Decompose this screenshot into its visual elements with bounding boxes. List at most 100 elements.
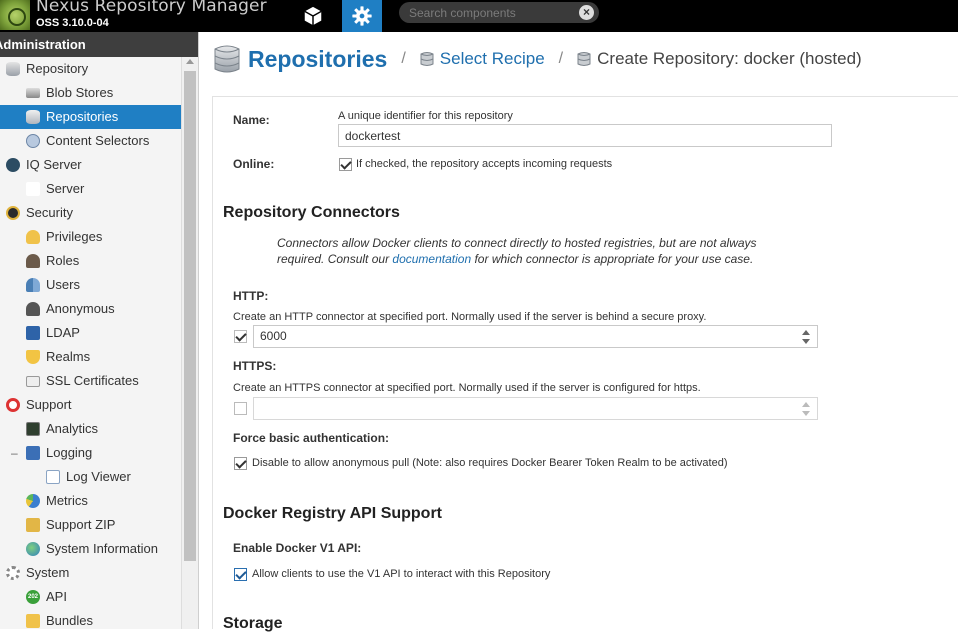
sidebar-item-label: Security xyxy=(26,205,73,220)
scroll-thumb[interactable] xyxy=(184,71,196,561)
sidebar-item-label: Support xyxy=(26,397,72,412)
lifebuoy-icon xyxy=(6,398,20,412)
sidebar-item-api[interactable]: 202 API xyxy=(0,585,181,609)
sidebar-item-repository[interactable]: Repository xyxy=(0,57,181,81)
sidebar-item-label: Repository xyxy=(26,61,89,76)
sidebar-item-ssl-certificates[interactable]: SSL Certificates xyxy=(0,369,181,393)
breadcrumb: Repositories / Select Recipe / Create Re… xyxy=(214,42,862,76)
certificate-icon xyxy=(26,376,40,387)
sidebar-item-privileges[interactable]: Privileges xyxy=(0,225,181,249)
browse-button[interactable] xyxy=(293,0,333,32)
http-hint: Create an HTTP connector at specified po… xyxy=(233,311,707,323)
gear-icon xyxy=(6,566,20,580)
page-title: Repositories xyxy=(248,45,388,72)
administration-button[interactable] xyxy=(342,0,382,32)
sidebar-item-blob-stores[interactable]: Blob Stores xyxy=(0,81,181,105)
cube-icon xyxy=(304,6,322,26)
connectors-note-text-end: for which connector is appropriate for y… xyxy=(471,252,754,266)
enable-v1-api-hint: Allow clients to use the V1 API to inter… xyxy=(252,568,551,580)
sidebar-item-label: Bundles xyxy=(46,613,93,628)
enable-v1-api-label: Enable Docker V1 API: xyxy=(233,541,362,555)
name-label: Name: xyxy=(233,113,270,127)
docker-registry-api-heading: Docker Registry API Support xyxy=(223,505,443,522)
name-field[interactable] xyxy=(338,124,832,147)
sidebar-item-roles[interactable]: Roles xyxy=(0,249,181,273)
nexus-logo-icon[interactable] xyxy=(0,0,30,30)
puzzle-icon xyxy=(26,614,40,628)
anonymous-icon xyxy=(26,302,40,316)
drive-icon xyxy=(26,88,40,98)
pie-chart-icon xyxy=(26,494,40,508)
database-icon xyxy=(214,45,240,73)
http-label: HTTP: xyxy=(233,289,269,303)
http-port-value: 6000 xyxy=(260,329,287,343)
collapse-toggle-icon[interactable]: – xyxy=(11,441,18,465)
database-icon xyxy=(26,110,40,124)
sidebar-item-label: Anonymous xyxy=(46,301,115,316)
sidebar-item-label: Realms xyxy=(46,349,91,364)
admin-sidebar: Administration Repository Blob Stores Re… xyxy=(0,32,199,629)
sidebar-scrollbar[interactable] xyxy=(181,57,198,629)
sidebar-item-label: Users xyxy=(46,277,80,292)
repository-connectors-heading: Repository Connectors xyxy=(223,204,400,221)
create-repository-form: Name: A unique identifier for this repos… xyxy=(212,96,958,632)
sidebar-item-label: API xyxy=(46,589,67,604)
scroll-up-icon[interactable] xyxy=(186,59,194,64)
search-box: × xyxy=(399,2,599,23)
force-basic-auth-checkbox[interactable] xyxy=(234,457,247,470)
breadcrumb-current: Create Repository: docker (hosted) xyxy=(597,49,862,68)
sidebar-item-label: Server xyxy=(46,181,85,196)
search-input[interactable] xyxy=(409,4,574,21)
sidebar-item-iq-server[interactable]: IQ Server xyxy=(0,153,181,177)
enable-v1-api-checkbox[interactable] xyxy=(234,568,247,581)
layers-icon xyxy=(26,134,40,148)
sidebar-item-security[interactable]: Security xyxy=(0,201,181,225)
sidebar-item-label: Blob Stores xyxy=(46,85,114,100)
storage-heading: Storage xyxy=(223,615,283,632)
sidebar-item-label: Privileges xyxy=(46,229,103,244)
sidebar-item-support-zip[interactable]: Support ZIP xyxy=(0,513,181,537)
http-port-spinner[interactable] xyxy=(802,330,811,344)
gear-icon xyxy=(352,6,372,26)
online-checkbox[interactable] xyxy=(339,158,352,171)
documentation-link[interactable]: documentation xyxy=(392,252,471,266)
sidebar-item-server[interactable]: Server xyxy=(0,177,181,201)
shield-icon xyxy=(26,350,40,364)
badge-icon xyxy=(6,206,20,220)
medal-icon xyxy=(26,230,40,244)
sidebar-item-logging[interactable]: – Logging xyxy=(0,441,181,465)
https-hint: Create an HTTPS connector at specified p… xyxy=(233,382,701,394)
zip-icon xyxy=(26,518,40,532)
clear-search-icon[interactable]: × xyxy=(579,5,594,20)
sidebar-item-metrics[interactable]: Metrics xyxy=(0,489,181,513)
admin-tree: Repository Blob Stores Repositories Cont… xyxy=(0,57,181,629)
https-checkbox[interactable] xyxy=(234,402,247,415)
https-port-field[interactable] xyxy=(253,397,818,420)
sidebar-item-repositories[interactable]: Repositories xyxy=(0,105,181,129)
sidebar-item-content-selectors[interactable]: Content Selectors xyxy=(0,129,181,153)
sidebar-item-analytics[interactable]: Analytics xyxy=(0,417,181,441)
sidebar-item-realms[interactable]: Realms xyxy=(0,345,181,369)
https-port-spinner[interactable] xyxy=(802,402,811,416)
api-icon: 202 xyxy=(26,590,40,604)
sidebar-item-ldap[interactable]: LDAP xyxy=(0,321,181,345)
http-port-field[interactable]: 6000 xyxy=(253,325,818,348)
database-icon xyxy=(6,62,20,76)
sidebar-item-log-viewer[interactable]: Log Viewer xyxy=(0,465,181,489)
server-icon xyxy=(26,182,40,196)
sidebar-header-label: Administration xyxy=(0,37,86,52)
sidebar-item-support[interactable]: Support xyxy=(0,393,181,417)
top-bar: Nexus Repository Manager OSS 3.10.0-04 S… xyxy=(0,0,958,32)
globe-icon xyxy=(26,542,40,556)
force-basic-auth-hint: Disable to allow anonymous pull (Note: a… xyxy=(252,457,728,469)
sidebar-item-system[interactable]: System xyxy=(0,561,181,585)
https-label: HTTPS: xyxy=(233,359,277,373)
breadcrumb-select-recipe-link[interactable]: Select Recipe xyxy=(440,49,545,69)
breadcrumb-separator: / xyxy=(558,50,564,67)
sidebar-item-users[interactable]: Users xyxy=(0,273,181,297)
sidebar-item-bundles[interactable]: Bundles xyxy=(0,609,181,629)
http-checkbox[interactable] xyxy=(234,330,247,343)
sidebar-item-system-information[interactable]: System Information xyxy=(0,537,181,561)
sidebar-item-label: Support ZIP xyxy=(46,517,116,532)
sidebar-item-anonymous[interactable]: Anonymous xyxy=(0,297,181,321)
